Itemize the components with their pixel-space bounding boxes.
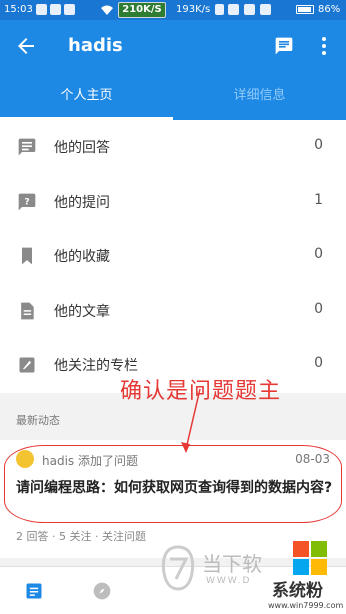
bluetooth-icon — [215, 4, 224, 15]
menu-item-favorites[interactable]: 他的收藏 0 — [0, 229, 346, 284]
annotation-arrow-icon — [181, 388, 201, 453]
tab-detail-label: 详细信息 — [233, 88, 286, 103]
tab-home-label: 个人主页 — [60, 88, 113, 103]
battery-icon — [296, 5, 314, 14]
alarm-icon — [228, 4, 239, 15]
watermark-subtext: WWW.D — [206, 576, 252, 586]
windows-logo-icon — [293, 541, 327, 575]
watermark-text: 当下软 — [202, 552, 262, 576]
tab-bar: 个人主页 详细信息 — [0, 72, 346, 120]
brand-text: 系统粉 — [272, 581, 323, 601]
status-time: 15:03 — [4, 4, 33, 15]
menu-item-label: 他的文章 — [54, 303, 110, 320]
wifi-small-icon — [260, 4, 271, 15]
status-bar: 15:03 210K/S 193K/s 86% — [0, 0, 346, 20]
settings-icon — [244, 4, 255, 15]
menu-item-count: 1 — [314, 191, 323, 208]
menu-item-count: 0 — [314, 355, 323, 371]
tab-home[interactable]: 个人主页 — [0, 72, 173, 120]
net-speed: 193K/s — [176, 4, 211, 15]
menu-item-articles[interactable]: 他的文章 0 — [0, 284, 346, 339]
menu-item-count: 0 — [314, 300, 323, 317]
tab-detail[interactable]: 详细信息 — [173, 72, 346, 120]
watermark-logo-icon — [161, 545, 195, 591]
menu-item-label: 他关注的专栏 — [54, 358, 138, 374]
brand-url: www.win7999.com — [268, 601, 344, 610]
svg-text:?: ? — [24, 196, 29, 207]
profile-menu: 他的回答 0 ? 他的提问 1 他的收藏 0 他的文章 0 他关注的专栏 0 — [0, 120, 346, 393]
bookmark-icon — [22, 247, 32, 265]
answer-icon — [18, 138, 36, 156]
column-icon — [19, 357, 35, 373]
notification-icon — [50, 4, 61, 15]
app-bar: hadis — [0, 20, 346, 72]
notification-icon — [36, 4, 47, 15]
more-options-icon[interactable] — [316, 36, 332, 56]
menu-item-count: 0 — [314, 137, 323, 153]
back-arrow-icon[interactable] — [14, 34, 38, 58]
wifi-icon — [101, 5, 113, 15]
battery-percent: 86% — [318, 4, 341, 15]
message-icon[interactable] — [274, 36, 294, 56]
article-icon — [21, 302, 34, 319]
notification-icon — [64, 4, 75, 15]
question-icon: ? — [18, 193, 36, 210]
menu-item-label: 他的收藏 — [54, 249, 110, 265]
menu-item-label: 他的提问 — [54, 194, 110, 211]
page-title: hadis — [68, 35, 123, 56]
speed-badge: 210K/S — [118, 2, 166, 18]
feed-nav-icon[interactable] — [24, 581, 44, 601]
question-meta: 2 回答 · 5 关注 · 关注问题 — [16, 530, 146, 543]
menu-item-label: 他的回答 — [54, 140, 110, 156]
menu-item-count: 0 — [314, 246, 323, 262]
explore-nav-icon[interactable] — [92, 581, 112, 601]
menu-item-questions[interactable]: ? 他的提问 1 — [0, 175, 346, 230]
section-title: 最新动态 — [16, 414, 60, 427]
menu-item-answers[interactable]: 他的回答 0 — [0, 120, 346, 175]
